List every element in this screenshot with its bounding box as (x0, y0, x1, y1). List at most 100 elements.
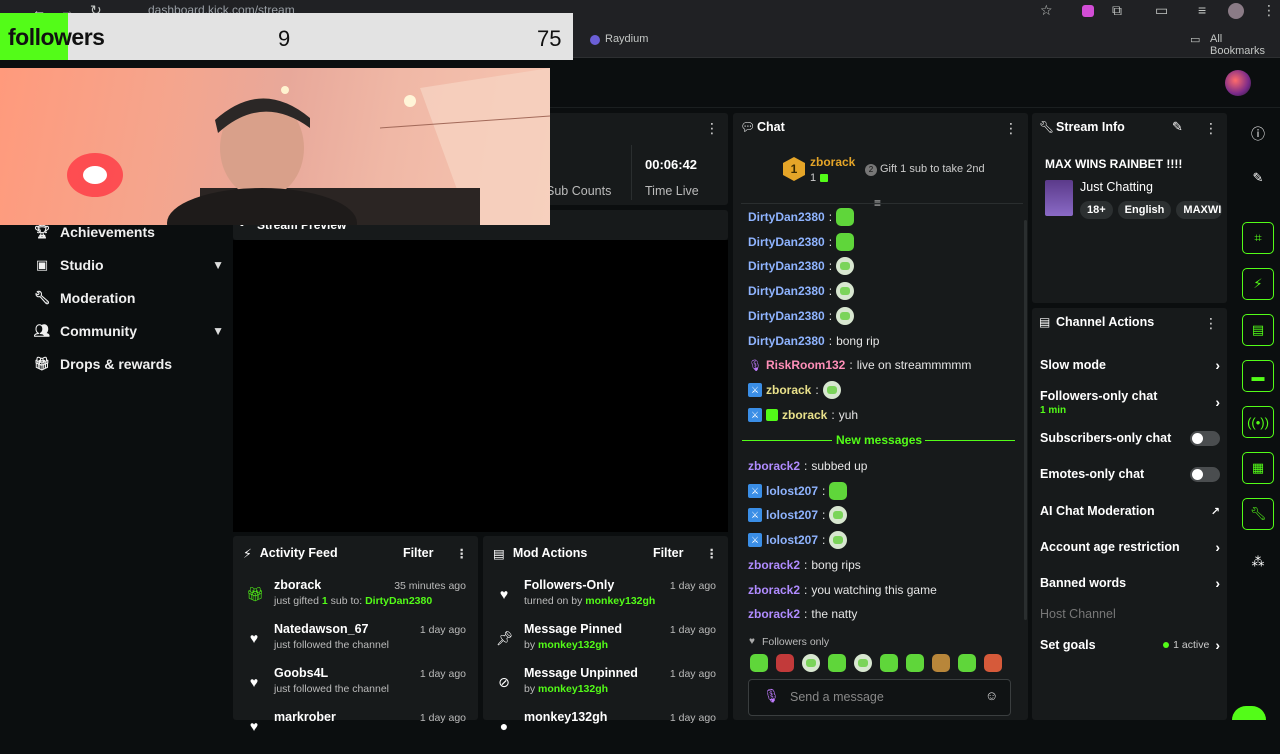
chat-message[interactable]: ⚔ lolost207: (748, 505, 848, 525)
chevron-right-icon[interactable]: › (1215, 575, 1220, 591)
pepe-emote[interactable] (828, 654, 846, 672)
chat-message[interactable]: DirtyDan2380: (748, 207, 855, 227)
pepe-emote[interactable] (906, 654, 924, 672)
pepe-emote[interactable] (958, 654, 976, 672)
rail-scan-button[interactable]: ⌗ (1242, 222, 1274, 254)
chat-message[interactable]: DirtyDan2380: (748, 232, 855, 252)
chat-message[interactable]: zborack2: bong rips (748, 555, 861, 575)
ai-moderation-row[interactable]: AI Chat Moderation ↗ (1040, 503, 1220, 519)
sidebar-item-drops[interactable]: 🎁︎ Drops & rewards (34, 351, 224, 377)
pepe-emote[interactable] (880, 654, 898, 672)
stream-preview-video[interactable] (233, 240, 728, 532)
detail-target[interactable]: DirtyDan2380 (365, 595, 432, 607)
chat-message[interactable]: zborack2: the natty (748, 604, 857, 624)
rail-chat-button[interactable]: ▬ (1242, 360, 1274, 392)
chat-username[interactable]: zborack2 (748, 583, 800, 597)
chat-username[interactable]: zborack (782, 408, 827, 422)
chat-username[interactable]: lolost207 (766, 533, 818, 547)
activity-item[interactable]: ♥ Goobs4L 1 day ago just followed the cha… (246, 666, 466, 710)
chat-scrollbar[interactable] (1024, 220, 1027, 620)
set-goals-row[interactable]: Set goals 1 active › (1040, 637, 1220, 653)
mod-filter-button[interactable]: Filter (653, 546, 684, 560)
edit-rail-button[interactable]: ✎ (1242, 162, 1274, 194)
chevron-right-icon[interactable]: › (1215, 357, 1220, 373)
chat-message[interactable]: DirtyDan2380: bong rip (748, 331, 879, 351)
profile-avatar[interactable] (1228, 3, 1244, 19)
rail-layout-button[interactable]: ▦ (1242, 452, 1274, 484)
slow-mode-row[interactable]: Slow mode › (1040, 357, 1220, 373)
subscribers-only-toggle[interactable] (1190, 430, 1220, 446)
mod-action-by[interactable]: monkey132gh (538, 683, 608, 695)
all-bookmarks[interactable]: All Bookmarks (1210, 33, 1280, 57)
bookmark-raydium[interactable]: Raydium (605, 33, 648, 45)
host-channel-row[interactable]: Host Channel (1040, 606, 1220, 622)
top-gifter-name[interactable]: zborack (810, 155, 855, 169)
kebab-icon[interactable]: ⋮ (1204, 315, 1218, 332)
chat-message[interactable]: ⚔ lolost207: (748, 481, 848, 501)
chat-message[interactable]: DirtyDan2380: (748, 306, 855, 326)
activity-user[interactable]: Natedawson_67 (274, 622, 368, 636)
sidebar-item-community[interactable]: 👥︎ Community ▼ (34, 318, 224, 344)
kebab-icon[interactable]: ⋮ (706, 546, 719, 561)
info-icon[interactable]: ⓘ (1251, 124, 1265, 144)
bookmark-star-icon[interactable]: ☆ (1040, 2, 1053, 19)
gift-prompt[interactable]: Gift 1 sub to take 2nd (880, 163, 985, 175)
chat-username[interactable]: lolost207 (766, 484, 818, 498)
chevron-down-icon[interactable]: ▼ (212, 324, 224, 338)
rail-wrench-button[interactable]: 🔧︎ (1242, 498, 1274, 530)
followers-only-row[interactable]: Followers-only chat 1 min › (1040, 387, 1220, 417)
pepe-emote[interactable] (750, 654, 768, 672)
menu-icon[interactable]: ⋮ (1262, 2, 1276, 19)
chat-username[interactable]: zborack2 (748, 459, 800, 473)
mod-action-item[interactable]: ♥ Followers-Only 1 day ago turned on by m… (496, 578, 716, 622)
face-emote[interactable] (802, 654, 820, 672)
chat-username[interactable]: zborack2 (748, 607, 800, 621)
channel-avatar[interactable] (1225, 70, 1251, 96)
emoji-icon[interactable]: ☺ (985, 688, 998, 703)
rail-apps-button[interactable]: ⁂ (1242, 546, 1274, 578)
chat-username[interactable]: DirtyDan2380 (748, 284, 825, 298)
chevron-right-icon[interactable]: › (1215, 637, 1220, 653)
chat-username[interactable]: zborack (766, 383, 811, 397)
chat-username[interactable]: DirtyDan2380 (748, 259, 825, 273)
chat-message[interactable]: ⚔ lolost207: (748, 530, 848, 550)
chat-message[interactable]: ⚔ zborack: yuh (748, 405, 858, 425)
subscribers-only-row[interactable]: Subscribers-only chat (1040, 430, 1220, 446)
activity-item[interactable]: 🎁︎ zborack 35 minutes ago just gifted 1 s… (246, 578, 466, 622)
chat-message[interactable]: DirtyDan2380: (748, 281, 855, 301)
kebab-icon[interactable]: ⋮ (705, 120, 719, 137)
chat-username[interactable]: lolost207 (766, 508, 818, 522)
extension-icon[interactable] (1082, 5, 1094, 17)
chat-message[interactable]: zborack2: you watching this game (748, 580, 937, 600)
chevron-down-icon[interactable]: ▼ (212, 258, 224, 272)
external-link-icon[interactable]: ↗ (1211, 505, 1220, 518)
kebab-icon[interactable]: ⋮ (1204, 120, 1218, 137)
chat-username[interactable]: DirtyDan2380 (748, 210, 825, 224)
extensions-icon[interactable]: ⧉ (1112, 2, 1122, 19)
kebab-icon[interactable]: ⋮ (456, 546, 469, 561)
rail-document-button[interactable]: ▤ (1242, 314, 1274, 346)
sidebar-item-studio[interactable]: ▣ Studio ▼ (34, 252, 224, 278)
red-pepe-emote[interactable] (984, 654, 1002, 672)
chat-username[interactable]: DirtyDan2380 (748, 309, 825, 323)
chevron-right-icon[interactable]: › (1215, 539, 1220, 555)
emotes-only-row[interactable]: Emotes-only chat (1040, 466, 1220, 482)
chat-username[interactable]: RiskRoom132 (766, 358, 845, 372)
category-name[interactable]: Just Chatting (1080, 180, 1153, 194)
face-emote[interactable] (854, 654, 872, 672)
mod-action-item[interactable]: ● monkey132gh 1 day ago (496, 710, 716, 754)
cast-icon[interactable]: ▭ (1155, 2, 1168, 19)
mod-action-by[interactable]: monkey132gh (538, 639, 608, 651)
chat-message[interactable]: DirtyDan2380: (748, 256, 855, 276)
chat-username[interactable]: zborack2 (748, 558, 800, 572)
activity-item[interactable]: ♥ markrober 1 day ago (246, 710, 466, 754)
brown-emote[interactable] (932, 654, 950, 672)
chat-username[interactable]: DirtyDan2380 (748, 235, 825, 249)
chat-message[interactable]: zborack2: subbed up (748, 456, 867, 476)
activity-item[interactable]: ♥ Natedawson_67 1 day ago just followed t… (246, 622, 466, 666)
rail-broadcast-button[interactable]: ((•)) (1242, 406, 1274, 438)
chat-input-placeholder[interactable]: Send a message (790, 690, 884, 704)
activity-user[interactable]: zborack (274, 578, 321, 592)
activity-user[interactable]: Goobs4L (274, 666, 328, 680)
angry-emote[interactable] (776, 654, 794, 672)
